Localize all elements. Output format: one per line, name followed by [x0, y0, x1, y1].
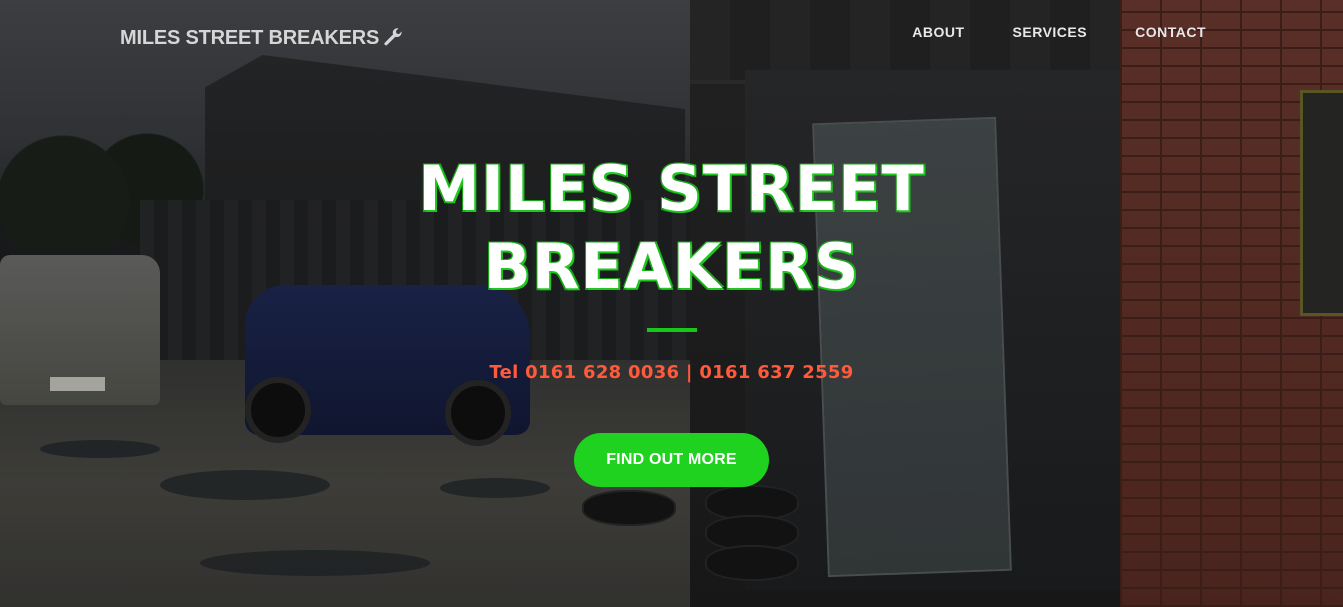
nav-contact[interactable]: CONTACT [1135, 24, 1206, 40]
hero-content: MILES STREET BREAKERS Tel 0161 628 0036 … [0, 150, 1343, 487]
main-nav: ABOUT SERVICES CONTACT [912, 24, 1206, 40]
nav-services[interactable]: SERVICES [1013, 24, 1088, 40]
hero-section: MILES STREET BREAKERS ABOUT SERVICES CON… [0, 0, 1343, 607]
hero-title: MILES STREET BREAKERS [418, 152, 925, 303]
phone-numbers: Tel 0161 628 0036 | 0161 637 2559 [489, 362, 854, 383]
brand-link[interactable]: MILES STREET BREAKERS [120, 26, 405, 50]
brand-text: MILES STREET BREAKERS [120, 26, 380, 49]
find-out-more-button[interactable]: FIND OUT MORE [574, 433, 769, 487]
nav-about[interactable]: ABOUT [912, 24, 964, 40]
wrench-icon [381, 26, 405, 50]
title-divider [646, 328, 697, 332]
